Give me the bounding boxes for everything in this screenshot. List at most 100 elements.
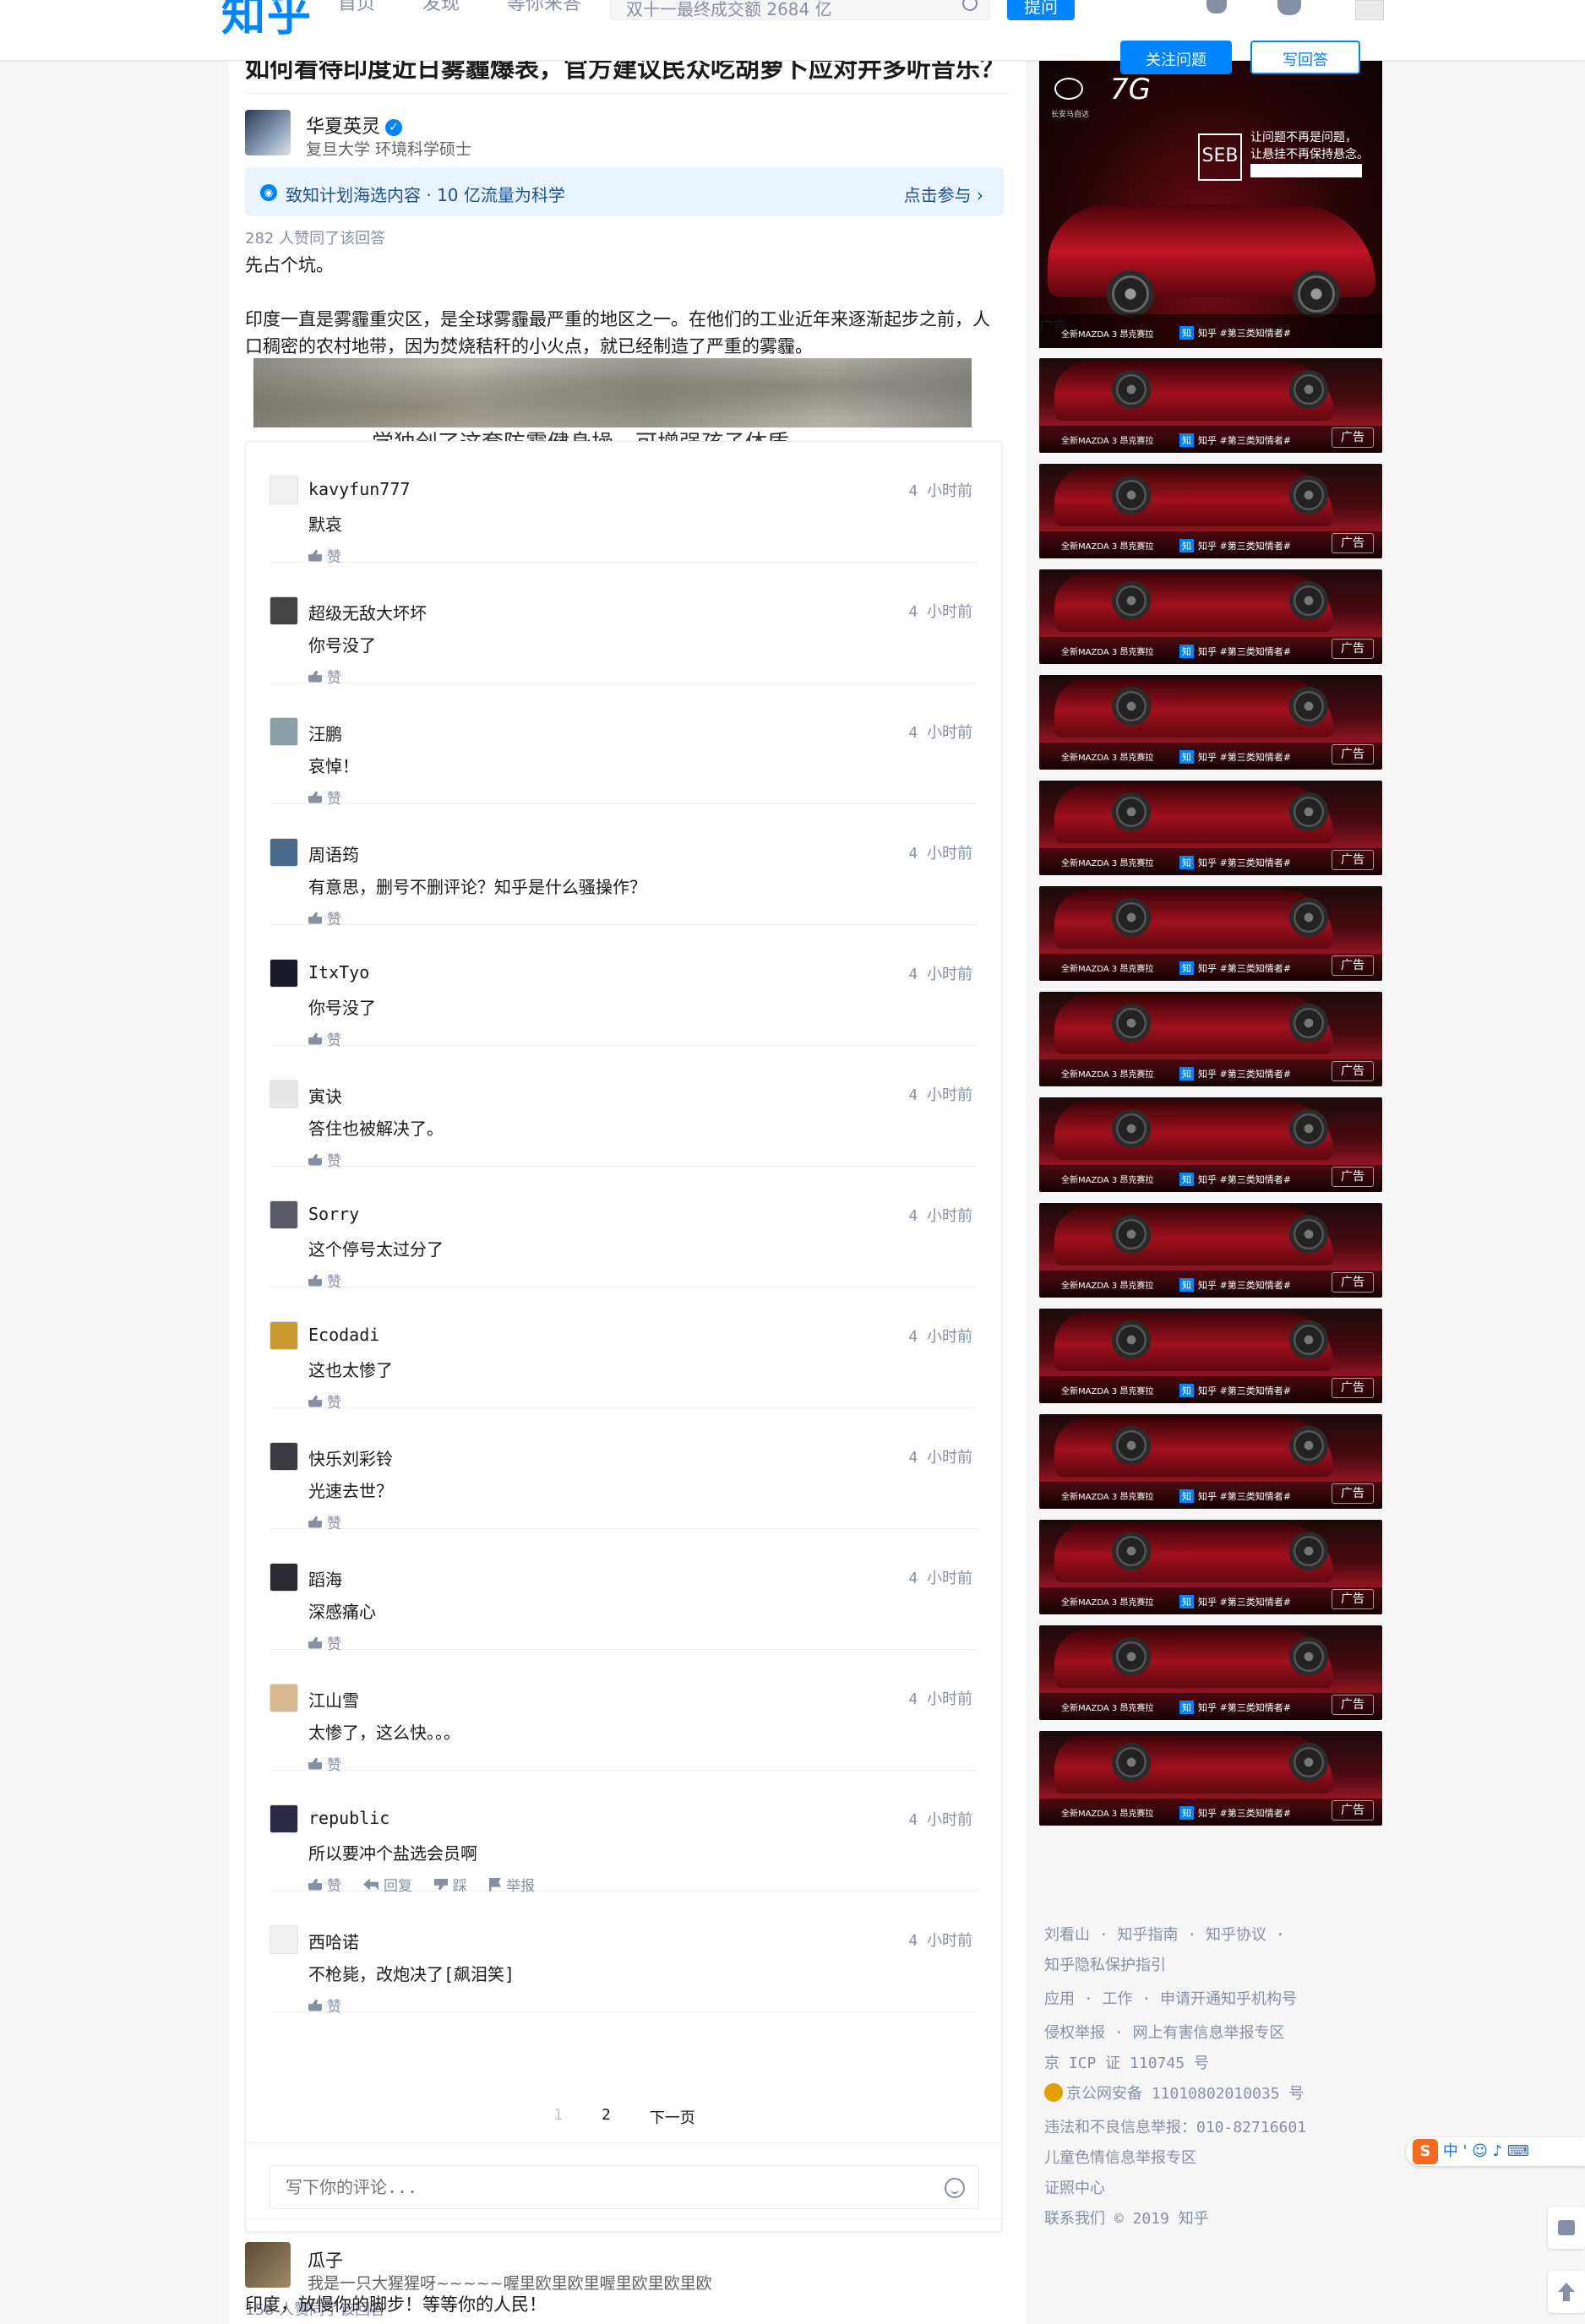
search-icon[interactable] bbox=[962, 0, 978, 11]
commenter-avatar[interactable] bbox=[270, 1563, 298, 1592]
commenter-name[interactable]: 蹈海 bbox=[308, 1566, 342, 1591]
commenter-avatar[interactable] bbox=[270, 1321, 298, 1350]
ad-tag[interactable]: 广告 bbox=[1332, 1167, 1374, 1187]
commenter-name[interactable]: 寅诀 bbox=[308, 1083, 342, 1108]
commenter-avatar[interactable] bbox=[270, 838, 298, 867]
commenter-avatar[interactable] bbox=[270, 1080, 298, 1108]
footer-report[interactable]: 侵权举报 · 网上有害信息举报专区 bbox=[1044, 2021, 1285, 2043]
commenter-avatar[interactable] bbox=[270, 1442, 298, 1471]
ad-brand-line: 全新MAZDA 3 昂克赛拉 bbox=[1061, 754, 1154, 763]
commenter-name[interactable]: Sorry bbox=[308, 1204, 359, 1224]
ad-banner[interactable]: 全新MAZDA 3 昂克赛拉 知 知乎 #第三类知情者# 广告 bbox=[1039, 886, 1382, 981]
ad-zhihu-line: 知乎 #第三类知情者# bbox=[1198, 1174, 1291, 1185]
commenter-avatar[interactable] bbox=[270, 959, 298, 988]
footer-contact[interactable]: 联系我们 © 2019 知乎 bbox=[1044, 2207, 1209, 2229]
footer-links[interactable]: 刘看山 · 知乎指南 · 知乎协议 · bbox=[1044, 1923, 1285, 1945]
feedback-button[interactable] bbox=[1548, 2207, 1585, 2249]
commenter-avatar[interactable] bbox=[270, 1684, 298, 1712]
ask-button[interactable]: 提问 bbox=[1007, 0, 1075, 20]
page-2[interactable]: 2 bbox=[602, 2106, 611, 2142]
commenter-name[interactable]: 超级无敌大坏坏 bbox=[308, 600, 427, 624]
ad-tag[interactable]: 广告 bbox=[1332, 1378, 1374, 1398]
commenter-avatar[interactable] bbox=[270, 1925, 298, 1954]
next-page-button[interactable]: 下一页 bbox=[650, 2106, 695, 2142]
footer-privacy[interactable]: 知乎隐私保护指引 bbox=[1044, 1953, 1166, 1975]
plan-join-link[interactable]: 点击参与 › bbox=[904, 182, 983, 206]
zhihu-badge: 知 bbox=[1179, 961, 1194, 975]
author-avatar[interactable] bbox=[245, 110, 291, 155]
search-input[interactable]: 双十一最终成交额 2684 亿 bbox=[610, 0, 990, 20]
ad-tag[interactable]: 广告 bbox=[1332, 744, 1374, 765]
ad-banner[interactable]: 全新MAZDA 3 昂克赛拉 知 知乎 #第三类知情者# 广告 bbox=[1039, 358, 1382, 453]
footer-links[interactable]: 应用 · 工作 · 申请开通知乎机构号 bbox=[1044, 1987, 1297, 2009]
ad-zhihu-line: 知乎 #第三类知情者# bbox=[1198, 1491, 1291, 1502]
commenter-name[interactable]: republic bbox=[308, 1808, 389, 1828]
ad-banner[interactable]: 全新MAZDA 3 昂克赛拉 知 知乎 #第三类知情者# 广告 bbox=[1039, 464, 1382, 558]
commenter-name[interactable]: 汪鹏 bbox=[308, 721, 342, 745]
ad-tag[interactable]: 广告 bbox=[1332, 1695, 1374, 1715]
ad-banner[interactable]: 全新MAZDA 3 昂克赛拉 知 知乎 #第三类知情者# 广告 bbox=[1039, 675, 1382, 770]
author-name[interactable]: 瓜子 bbox=[308, 2247, 343, 2272]
commenter-name[interactable]: 周语筠 bbox=[308, 841, 359, 866]
ad-tag[interactable]: 广告 bbox=[1332, 1483, 1374, 1504]
ad-tag[interactable]: 广告 bbox=[1332, 533, 1374, 553]
write-answer-button[interactable]: 写回答 bbox=[1250, 41, 1360, 74]
commenter-name[interactable]: 快乐刘彩铃 bbox=[308, 1445, 393, 1470]
follow-question-button[interactable]: 关注问题 bbox=[1120, 41, 1232, 74]
ad-banner[interactable]: 全新MAZDA 3 昂克赛拉 知 知乎 #第三类知情者# 广告 bbox=[1039, 1520, 1382, 1614]
page-1[interactable]: 1 bbox=[553, 2106, 563, 2142]
ad-tag[interactable]: 广告 bbox=[1332, 955, 1374, 976]
ad-tag[interactable]: 广告 bbox=[1332, 1272, 1374, 1293]
nav-home[interactable]: 首页 bbox=[338, 0, 375, 15]
arrow-up-icon bbox=[1558, 2283, 1575, 2301]
commenter-name[interactable]: 江山雪 bbox=[308, 1687, 359, 1712]
zhizhi-plan-banner[interactable]: ◉ 致知计划海选内容 · 10 亿流量为科学 点击参与 › bbox=[245, 167, 1004, 216]
commenter-avatar[interactable] bbox=[270, 596, 298, 625]
footer-license[interactable]: 证照中心 bbox=[1044, 2176, 1105, 2198]
commenter-name[interactable]: ItxTyo bbox=[308, 962, 369, 982]
like-button[interactable]: 赞 bbox=[308, 1995, 341, 2016]
commenter-avatar[interactable] bbox=[270, 476, 298, 504]
ad-banner[interactable]: 全新MAZDA 3 昂克赛拉 知 知乎 #第三类知情者# 广告 bbox=[1039, 1203, 1382, 1298]
thumb-up-icon bbox=[308, 912, 322, 924]
author-name-text[interactable]: 华夏英灵 bbox=[306, 117, 380, 138]
commenter-name[interactable]: kavyfun777 bbox=[308, 479, 410, 499]
footer-child[interactable]: 儿童色情信息举报专区 bbox=[1044, 2146, 1196, 2168]
footer-hotline[interactable]: 违法和不良信息举报：010-82716601 bbox=[1044, 2115, 1306, 2137]
commenter-avatar[interactable] bbox=[270, 1804, 298, 1833]
ad-banner[interactable]: 全新MAZDA 3 昂克赛拉 知 知乎 #第三类知情者# 广告 bbox=[1039, 992, 1382, 1086]
ad-banner[interactable]: 全新MAZDA 3 昂克赛拉 知 知乎 #第三类知情者# 广告 bbox=[1039, 1731, 1382, 1826]
footer-police-text[interactable]: 京公网安备 11010802010035 号 bbox=[1066, 2085, 1304, 2103]
commenter-name[interactable]: 西哈诺 bbox=[308, 1929, 359, 1953]
ad-tag[interactable]: 广告 bbox=[1332, 639, 1374, 659]
footer-police[interactable]: 京公网安备 11010802010035 号 bbox=[1044, 2082, 1304, 2104]
ad-banner[interactable]: 全新MAZDA 3 昂克赛拉 知 知乎 #第三类知情者# 广告 bbox=[1039, 1097, 1382, 1192]
commenter-avatar[interactable] bbox=[270, 717, 298, 746]
message-icon[interactable] bbox=[1277, 0, 1301, 15]
ad-banner[interactable]: 全新MAZDA 3 昂克赛拉 知 知乎 #第三类知情者# 广告 bbox=[1039, 781, 1382, 875]
ad-banner[interactable]: 全新MAZDA 3 昂克赛拉 知 知乎 #第三类知情者# 广告 bbox=[1039, 569, 1382, 664]
ad-tag[interactable]: 广告 bbox=[1332, 1589, 1374, 1609]
ad-banner[interactable]: 全新MAZDA 3 昂克赛拉 知 知乎 #第三类知情者# 广告 bbox=[1039, 1625, 1382, 1720]
ad-tag[interactable]: 广告 bbox=[1332, 427, 1374, 448]
ad-tag[interactable]: 广告 bbox=[1332, 1800, 1374, 1821]
bell-icon[interactable] bbox=[1206, 0, 1227, 14]
ad-banner[interactable]: 全新MAZDA 3 昂克赛拉 知 知乎 #第三类知情者# 广告 bbox=[1039, 1414, 1382, 1509]
smog-photo[interactable] bbox=[253, 358, 972, 427]
ad-banner[interactable]: 全新MAZDA 3 昂克赛拉 知 知乎 #第三类知情者# 广告 bbox=[1039, 1309, 1382, 1403]
zhihu-logo[interactable]: 知乎 bbox=[221, 0, 313, 43]
back-to-top-button[interactable] bbox=[1548, 2271, 1585, 2313]
ad-banner-large[interactable]: 长安马自达 7G SEB 让问题不再是问题， 让悬挂不再保持悬念。 全新MAZD… bbox=[1039, 61, 1382, 348]
ad-zhihu-line: 知乎 #第三类知情者# bbox=[1198, 1702, 1291, 1713]
ad-tag[interactable]: 广告 bbox=[1332, 850, 1374, 870]
user-avatar[interactable] bbox=[1355, 0, 1384, 20]
nav-discover[interactable]: 发现 bbox=[422, 0, 460, 15]
author-name[interactable]: 华夏英灵 ✓ bbox=[306, 112, 403, 139]
nav-waiting[interactable]: 等你来答 bbox=[507, 0, 581, 15]
commenter-avatar[interactable] bbox=[270, 1200, 298, 1229]
commenter-name[interactable]: Ecodadi bbox=[308, 1325, 379, 1345]
footer-icp[interactable]: 京 ICP 证 110745 号 bbox=[1044, 2051, 1209, 2073]
ime-toolbar[interactable]: S 中 ' ☺ ♪ ⌨ 󠁧 bbox=[1406, 2137, 1585, 2166]
author-avatar[interactable] bbox=[245, 2242, 291, 2288]
ad-tag[interactable]: 广告 bbox=[1332, 1061, 1374, 1081]
